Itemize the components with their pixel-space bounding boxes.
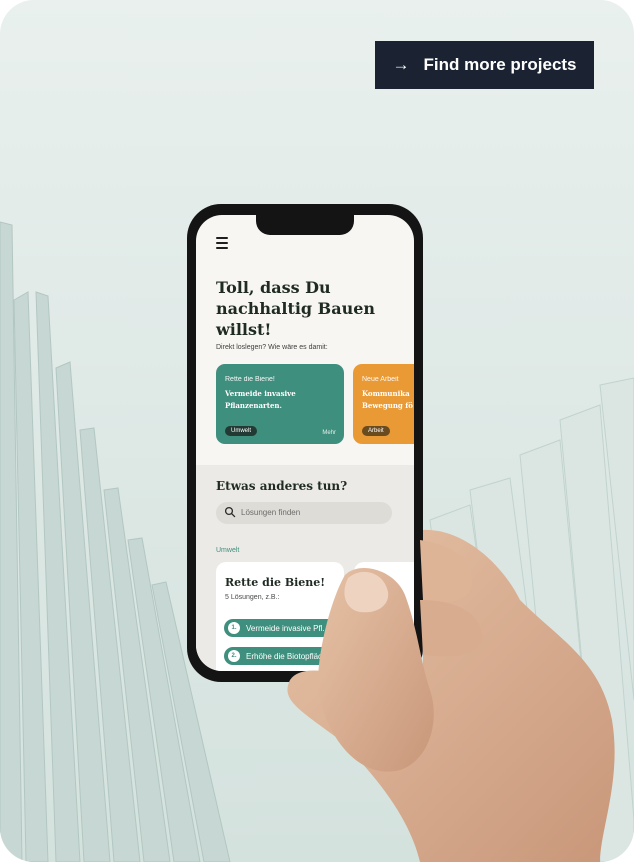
category-label: Umwelt (216, 547, 240, 554)
item-label: Vermeide invasive Pfl... (246, 623, 330, 633)
project-tile-bee[interactable]: Rette die Biene! Vermeide invasive Pflan… (216, 364, 344, 444)
phone-mockup: Toll, dass Du nachhaltig Bauen willst! D… (187, 204, 423, 682)
item-number: 1. (228, 622, 240, 634)
solution-card-title: Rette die Biene! (225, 576, 326, 589)
section-title: Etwas anderes tun? (216, 479, 348, 493)
phone-notch (256, 215, 354, 235)
phone-screen: Toll, dass Du nachhaltig Bauen willst! D… (196, 215, 414, 671)
tile-tag: Arbeit (362, 426, 390, 436)
find-more-projects-button[interactable]: → Find more projects (375, 41, 594, 89)
project-tile-work[interactable]: Neue Arbeit Kommunika Bewegung fö Arbeit (353, 364, 414, 444)
solution-card-next[interactable]: res (354, 562, 414, 671)
cta-label: Find more projects (423, 55, 577, 74)
solution-item[interactable]: 2. Erhöhe die Biotopfläch... (224, 647, 336, 665)
arrow-right-icon: → (392, 55, 410, 74)
solution-card[interactable]: Rette die Biene! 5 Lösungen, z.B.: 1. Ve… (216, 562, 344, 671)
hamburger-menu-icon[interactable] (216, 237, 228, 252)
solution-card-title: res (362, 576, 381, 589)
tile-kicker: Neue Arbeit (362, 376, 399, 383)
solutions-section: Etwas anderes tun? Lösungen finden Umwel… (196, 465, 414, 671)
solution-card-subtitle: 5 Lösungen, z.B.: (225, 594, 280, 601)
search-icon (224, 506, 236, 518)
tile-kicker: Rette die Biene! (225, 376, 275, 383)
search-placeholder: Lösungen finden (241, 508, 301, 517)
app-subline: Direkt loslegen? Wie wäre es damit: (216, 344, 328, 351)
item-label: Erhöhe die Biotopfläch... (246, 651, 334, 661)
hero-card: → Find more projects Toll, dass Du nachh… (0, 0, 634, 862)
tile-more-link[interactable]: Mehr (322, 430, 336, 436)
solution-item[interactable]: 1. Vermeide invasive Pfl... (224, 619, 336, 637)
app-headline: Toll, dass Du nachhaltig Bauen willst! (216, 278, 376, 339)
tile-title: Kommunika Bewegung fö (362, 389, 413, 410)
search-input[interactable]: Lösungen finden (216, 502, 392, 524)
item-number: 2. (228, 650, 240, 662)
tile-tag: Umwelt (225, 426, 258, 436)
tile-title: Vermeide invasive Pflanzenarten. (225, 389, 296, 410)
